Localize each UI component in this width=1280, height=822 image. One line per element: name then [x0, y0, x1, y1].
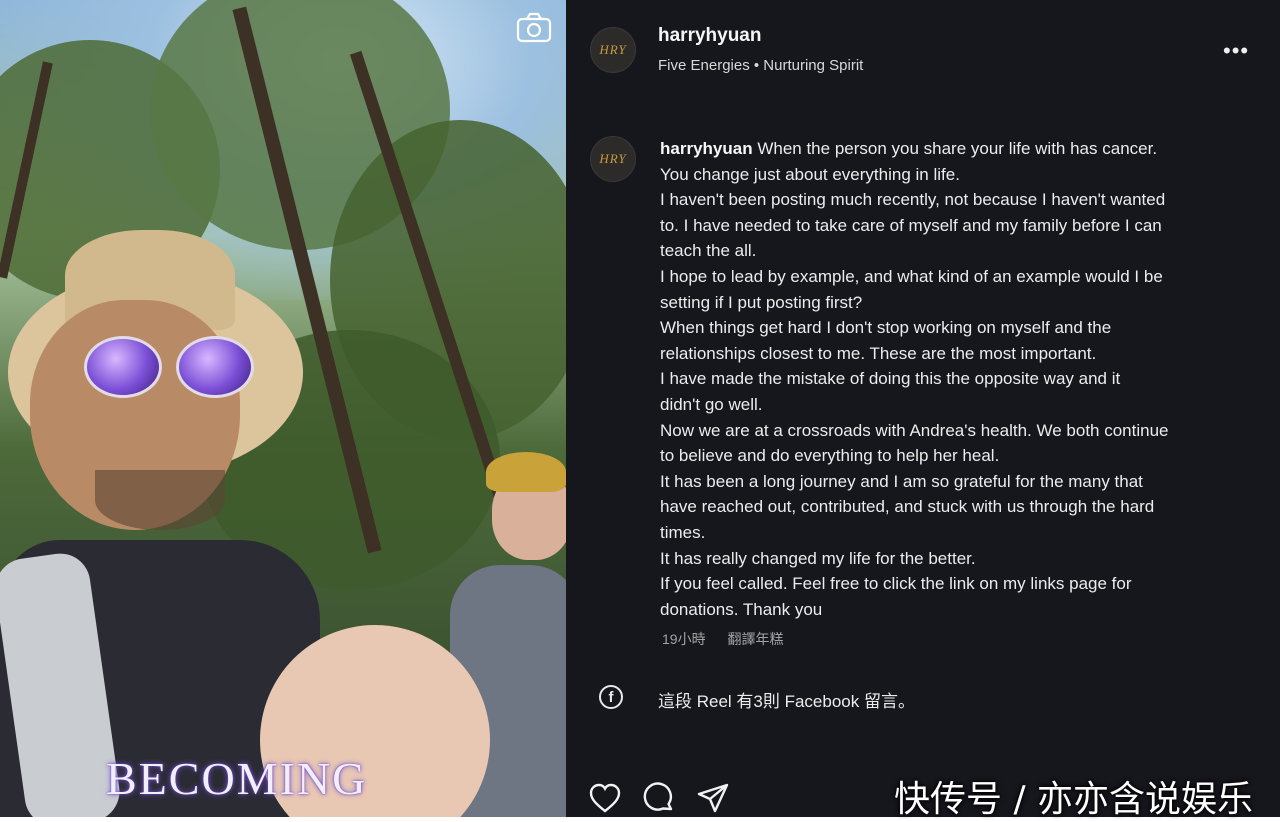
caption-line: have reached out, contributed, and stuck…	[660, 497, 1155, 517]
caption-line: setting if I put posting first?	[660, 292, 863, 312]
see-translation-link[interactable]: 翻譯年糕	[727, 631, 783, 647]
caption-line: It has really changed my life for the be…	[660, 548, 976, 568]
video-overlay-text: BECOMING	[106, 753, 368, 804]
woman-hat	[486, 452, 566, 492]
caption-line: donations. Thank you	[660, 599, 823, 619]
caption-username[interactable]: harryhyuan	[660, 139, 753, 158]
caption-line: When the person you share your life with…	[757, 139, 1158, 158]
caption-line: You change just about everything in life…	[660, 164, 960, 184]
facebook-comments-link[interactable]: 這段 Reel 有3則 Facebook 留言。	[658, 687, 915, 712]
man-beard	[95, 470, 225, 530]
facebook-icon: f	[599, 685, 623, 709]
caption-line: Now we are at a crossroads with Andrea's…	[660, 420, 1169, 440]
avatar[interactable]: HRY	[590, 27, 636, 73]
avatar-text: HRY	[599, 42, 627, 57]
caption-line: If you feel called. Feel free to click t…	[660, 574, 1132, 594]
caption-line: relationships closest to me. These are t…	[660, 343, 1097, 363]
caption-line: When things get hard I don't stop workin…	[660, 318, 1112, 338]
camera-icon[interactable]	[516, 12, 552, 44]
caption-avatar[interactable]: HRY	[590, 136, 636, 182]
post-caption: harryhyuan When the person you share you…	[660, 136, 1260, 622]
audio-subtitle[interactable]: Five Energies • Nurturing Spirit	[658, 57, 863, 74]
caption-line: to believe and do everything to help her…	[660, 446, 1000, 466]
more-options-icon[interactable]: •••	[1223, 38, 1249, 64]
caption-line: times.	[660, 522, 706, 542]
caption-line: I have made the mistake of doing this th…	[660, 369, 1121, 389]
caption-line: It has been a long journey and I am so g…	[660, 471, 1143, 491]
avatar-text: HRY	[599, 151, 627, 166]
caption-line: to. I have needed to take care of myself…	[660, 215, 1162, 235]
caption-line: teach the all.	[660, 241, 757, 261]
sunglasses-lens-right	[176, 336, 254, 398]
post-meta: 19小時 翻譯年糕	[662, 629, 801, 649]
post-panel: HRY harryhyuan Five Energies • Nurturing…	[566, 0, 1280, 817]
comment-icon[interactable]	[642, 782, 676, 814]
caption-line: I haven't been posting much recently, no…	[660, 190, 1166, 210]
watermark: 快传号 / 亦亦含说娱乐	[894, 779, 1254, 820]
caption-line: I hope to lead by example, and what kind…	[660, 266, 1163, 286]
share-icon[interactable]	[696, 782, 730, 814]
action-bar	[588, 782, 730, 814]
caption-line: didn't go well.	[660, 394, 763, 414]
heart-icon[interactable]	[588, 782, 622, 814]
header-username[interactable]: harryhyuan	[658, 25, 761, 47]
reel-media[interactable]: BECOMING	[0, 0, 566, 817]
sunglasses-lens-left	[84, 336, 162, 398]
post-timestamp: 19小時	[662, 631, 706, 647]
